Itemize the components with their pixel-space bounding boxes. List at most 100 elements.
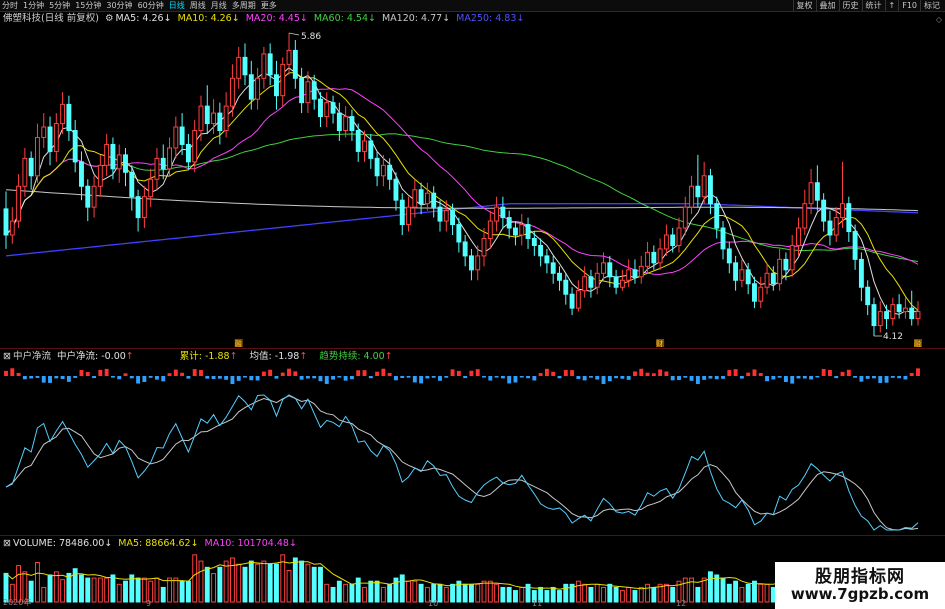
volume-bar <box>733 580 739 603</box>
volume-bar <box>311 566 317 603</box>
volume-bar <box>626 586 632 603</box>
volume-bar <box>663 583 669 603</box>
candle-body <box>424 192 430 205</box>
flow-bar <box>532 376 537 381</box>
flow-bar <box>752 369 757 376</box>
candle-body <box>909 307 915 320</box>
candle-body <box>695 185 701 198</box>
candle-body <box>393 178 399 201</box>
stock-chart[interactable]: 5.86 4.12 融 财 融 <box>0 0 945 609</box>
flow-bar <box>582 376 587 381</box>
volume-bar <box>242 566 248 603</box>
flow-bar <box>274 376 279 379</box>
candle-body <box>701 175 707 198</box>
flow-bar <box>809 376 814 380</box>
candle-body <box>135 196 141 219</box>
flow-bar <box>494 376 499 378</box>
flow-bar <box>412 376 417 383</box>
volume-bar <box>374 580 380 603</box>
candle-body <box>513 227 518 236</box>
candle-body <box>858 258 864 288</box>
candle-body <box>91 185 97 208</box>
flow-bar <box>35 376 40 378</box>
candle-body <box>544 255 550 264</box>
flow-bar <box>853 376 858 378</box>
candle-body <box>525 224 531 239</box>
x-date-3: 11 <box>532 599 543 608</box>
flow-bar <box>142 376 147 382</box>
candle-body <box>129 171 135 198</box>
flow-bar <box>400 376 405 379</box>
volume-bar <box>192 554 198 603</box>
flow-bar <box>375 371 380 376</box>
candle-body <box>280 63 286 97</box>
flow-bar <box>356 370 361 376</box>
volume-bar <box>116 583 122 603</box>
flow-bar <box>324 376 329 384</box>
flow-bar <box>563 370 568 376</box>
candle-body <box>852 231 858 260</box>
volume-bar <box>123 580 128 603</box>
flow-bar <box>664 371 669 376</box>
candle-body <box>777 258 783 285</box>
flow-bar <box>205 376 210 379</box>
volume-bar <box>204 566 210 603</box>
candle-body <box>752 283 757 302</box>
candle-body <box>663 234 669 250</box>
flow-bar <box>217 376 222 379</box>
candle-body <box>475 255 481 271</box>
flow-bar <box>658 369 663 376</box>
volume-bar <box>292 557 298 603</box>
volume-bar <box>34 561 40 603</box>
flow-bar <box>431 376 436 378</box>
flow-bar <box>714 376 719 380</box>
flow-bar <box>173 369 178 376</box>
flow-bar <box>897 376 902 379</box>
flow-bar <box>192 369 197 376</box>
volume-bar <box>104 577 110 603</box>
flow-bar <box>60 376 65 379</box>
x-date-0: 2020年 <box>3 598 32 607</box>
candle-body <box>758 286 764 302</box>
flow-bar <box>123 373 128 376</box>
volume-bar <box>613 586 619 603</box>
volume-bar <box>714 574 720 603</box>
volume-bar <box>97 577 103 603</box>
volume-bar <box>380 586 386 603</box>
volume-bar <box>336 580 342 603</box>
flow-bar <box>739 376 744 379</box>
candle-body <box>456 224 462 243</box>
volume-bar <box>135 577 141 603</box>
flow-bar <box>249 376 254 381</box>
flow-bar <box>639 368 644 376</box>
candle-body <box>840 203 845 219</box>
candle-body <box>865 286 871 306</box>
flow-bar <box>733 369 738 376</box>
candle-body <box>28 157 34 177</box>
volume-bar <box>475 583 481 603</box>
candle-body <box>619 279 625 288</box>
candle-body <box>733 262 739 281</box>
volume-bar <box>173 577 179 603</box>
candle-body <box>204 105 210 125</box>
site-watermark: 股朋指标网 www.7gpzb.com <box>775 562 945 609</box>
flow-bar <box>588 376 593 378</box>
volume-bar <box>758 583 764 603</box>
candle-body <box>770 272 776 285</box>
flow-bar <box>211 376 216 379</box>
volume-bar <box>418 583 424 603</box>
flow-bar <box>381 368 386 376</box>
volume-bar <box>695 586 701 603</box>
candle-body <box>846 203 852 233</box>
flow-bar <box>318 376 323 382</box>
volume-bar <box>720 577 726 603</box>
flow-bar <box>236 376 241 381</box>
high-price-label: 5.86 <box>301 32 321 42</box>
candle-body <box>720 227 726 250</box>
candle-body <box>3 208 9 236</box>
candle-body <box>267 53 273 76</box>
flow-bar <box>199 369 203 376</box>
flow-bar <box>746 372 751 376</box>
candle-body <box>236 56 242 79</box>
candle-body <box>116 154 122 170</box>
